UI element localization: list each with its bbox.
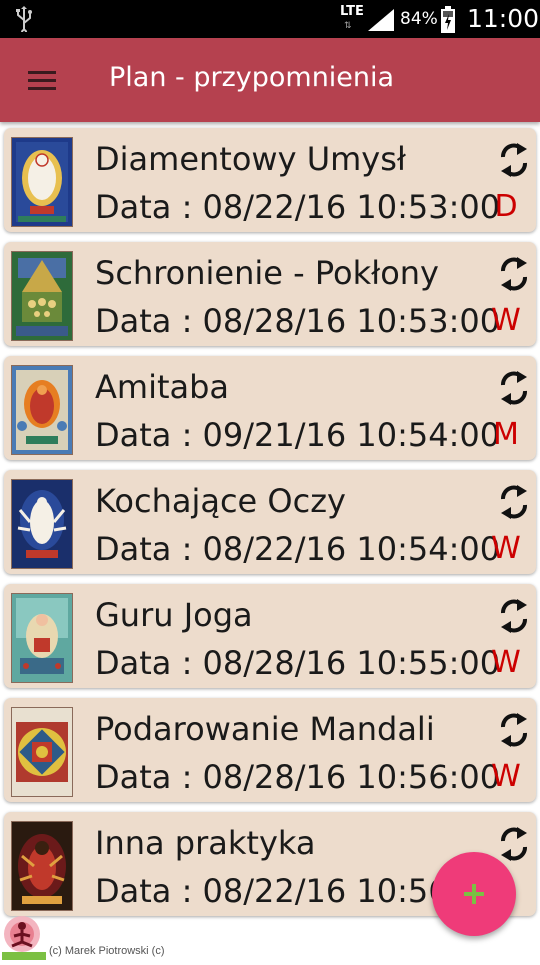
hamburger-menu-icon[interactable] [14,58,70,102]
reminder-name: Inna praktyka [95,824,316,862]
reminder-name: Amitaba [95,368,230,406]
repeat-icon[interactable] [496,482,532,522]
copyright-text: (c) Marek Piotrowski (c) [49,945,165,957]
meditation-logo-icon [2,912,46,960]
reminder-name: Diamentowy Umysł [95,140,406,178]
frequency-badge: W [491,759,521,794]
thangka-thumbnail [11,479,73,569]
reminder-date: Data : 08/28/16 10:53:00 [95,302,501,340]
network-type: LTE [340,4,364,19]
reminder-date: Data : 08/28/16 10:55:00 [95,644,501,682]
battery-icon [440,6,456,39]
status-bar: LTE ⇅ 84% 11:00 [0,0,540,38]
page-title: Plan - przypomnienia [109,62,395,93]
data-activity-icon: ⇅ [344,20,352,30]
reminder-date: Data : 08/22/16 10:54:00 [95,530,501,568]
reminder-card[interactable]: Kochające Oczy Data : 08/22/16 10:54:00 … [4,470,536,574]
usb-icon [14,6,34,37]
thangka-thumbnail [11,251,73,341]
frequency-badge: W [491,303,521,338]
thangka-thumbnail [11,137,73,227]
reminder-card[interactable]: Diamentowy Umysł Data : 08/22/16 10:53:0… [4,128,536,232]
reminder-date: Data : 09/21/16 10:54:00 [95,416,501,454]
reminder-name: Schronienie - Pokłony [95,254,439,292]
add-reminder-button[interactable] [432,852,516,936]
repeat-icon[interactable] [496,254,532,294]
reminder-name: Kochające Oczy [95,482,346,520]
thangka-thumbnail [11,707,73,797]
reminder-card[interactable]: Schronienie - Pokłony Data : 08/28/16 10… [4,242,536,346]
reminder-date: Data : 08/22/16 10:53:00 [95,188,501,226]
repeat-icon[interactable] [496,140,532,180]
repeat-icon[interactable] [496,596,532,636]
app-bar: Plan - przypomnienia [0,38,540,122]
repeat-icon[interactable] [496,368,532,408]
battery-percentage: 84% [400,9,438,29]
signal-icon [366,7,396,38]
frequency-badge: W [491,531,521,566]
frequency-badge: W [491,645,521,680]
repeat-icon[interactable] [496,824,532,864]
reminder-card[interactable]: Podarowanie Mandali Data : 08/28/16 10:5… [4,698,536,802]
frequency-badge: M [493,417,519,452]
reminder-card[interactable]: Amitaba Data : 09/21/16 10:54:00 M [4,356,536,460]
thangka-thumbnail [11,593,73,683]
status-clock: 11:00 [467,4,540,33]
thangka-thumbnail [11,821,73,911]
reminder-date: Data : 08/28/16 10:56:00 [95,758,501,796]
repeat-icon[interactable] [496,710,532,750]
reminder-card[interactable]: Guru Joga Data : 08/28/16 10:55:00 W [4,584,536,688]
reminder-name: Guru Joga [95,596,253,634]
thangka-thumbnail [11,365,73,455]
frequency-badge: D [494,189,518,224]
reminder-name: Podarowanie Mandali [95,710,435,748]
